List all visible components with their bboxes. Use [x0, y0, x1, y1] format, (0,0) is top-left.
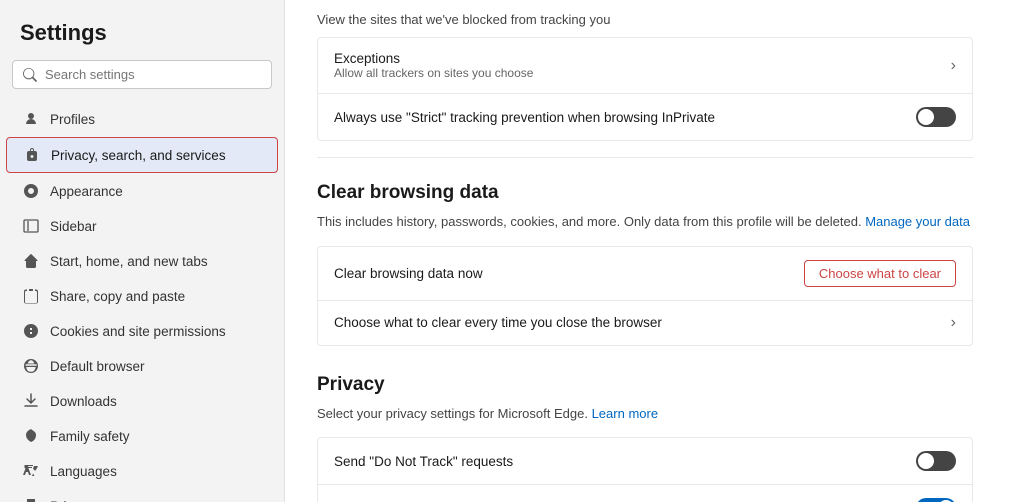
main-content: View the sites that we've blocked from t…: [285, 0, 1024, 502]
clear-now-label: Clear browsing data now: [334, 266, 483, 281]
search-icon: [23, 68, 37, 82]
start-home-icon: [22, 252, 40, 270]
learn-more-link[interactable]: Learn more: [592, 406, 658, 421]
sidebar-item-profiles[interactable]: Profiles: [6, 102, 278, 136]
privacy-icon: [23, 146, 41, 164]
sidebar-item-downloads[interactable]: Downloads: [6, 384, 278, 418]
sidebar-item-default-browser[interactable]: Default browser: [6, 349, 278, 383]
appearance-icon: [22, 182, 40, 200]
clear-browsing-section: Clear browsing data This includes histor…: [317, 182, 973, 346]
clear-every-time-label: Choose what to clear every time you clos…: [334, 315, 662, 330]
choose-what-to-clear-button[interactable]: Choose what to clear: [804, 260, 956, 287]
strict-toggle-knob: [918, 109, 934, 125]
cookies-icon: [22, 322, 40, 340]
sidebar-item-label: Default browser: [50, 359, 145, 374]
tracking-desc: View the sites that we've blocked from t…: [317, 12, 973, 37]
sidebar-item-privacy[interactable]: Privacy, search, and services: [6, 137, 278, 173]
clear-now-row[interactable]: Clear browsing data now Choose what to c…: [317, 246, 973, 300]
sidebar-item-label: Share, copy and paste: [50, 289, 185, 304]
share-copy-icon: [22, 287, 40, 305]
sidebar-item-label: Profiles: [50, 112, 95, 127]
payment-toggle[interactable]: [916, 498, 956, 502]
sidebar-item-label: Privacy, search, and services: [51, 148, 226, 163]
sidebar-item-sidebar[interactable]: Sidebar: [6, 209, 278, 243]
sidebar: Settings Profiles Privacy, search, and se…: [0, 0, 285, 502]
privacy-desc: Select your privacy settings for Microso…: [317, 404, 973, 424]
privacy-title: Privacy: [317, 374, 973, 396]
tracking-section: View the sites that we've blocked from t…: [317, 0, 973, 158]
sidebar-item-label: Family safety: [50, 429, 130, 444]
sidebar-item-start-home[interactable]: Start, home, and new tabs: [6, 244, 278, 278]
sidebar-item-printers[interactable]: Printers: [6, 489, 278, 502]
sidebar-item-languages[interactable]: Languages: [6, 454, 278, 488]
clear-section-title: Clear browsing data: [317, 182, 973, 204]
sidebar-item-appearance[interactable]: Appearance: [6, 174, 278, 208]
clear-every-time-chevron: ›: [951, 314, 956, 332]
sidebar-item-label: Start, home, and new tabs: [50, 254, 208, 269]
family-safety-icon: [22, 427, 40, 445]
default-browser-icon: [22, 357, 40, 375]
sidebar-item-family-safety[interactable]: Family safety: [6, 419, 278, 453]
dnt-row[interactable]: Send "Do Not Track" requests: [317, 437, 973, 484]
exceptions-row[interactable]: Exceptions Allow all trackers on sites y…: [317, 37, 973, 93]
nav-list: Profiles Privacy, search, and services App…: [0, 101, 284, 502]
dnt-label: Send "Do Not Track" requests: [334, 454, 513, 469]
exceptions-desc: Allow all trackers on sites you choose: [334, 66, 533, 80]
sidebar-item-label: Printers: [50, 499, 97, 502]
languages-icon: [22, 462, 40, 480]
settings-title: Settings: [0, 12, 284, 60]
sidebar-item-label: Cookies and site permissions: [50, 324, 226, 339]
strict-label: Always use "Strict" tracking prevention …: [334, 110, 715, 125]
clear-every-time-row[interactable]: Choose what to clear every time you clos…: [317, 300, 973, 346]
sidebar-icon: [22, 217, 40, 235]
dnt-toggle[interactable]: [916, 451, 956, 471]
payment-row[interactable]: Allow sites to check if you have payment…: [317, 484, 973, 502]
clear-section-desc: This includes history, passwords, cookie…: [317, 212, 973, 232]
sidebar-item-cookies[interactable]: Cookies and site permissions: [6, 314, 278, 348]
sidebar-item-share-copy[interactable]: Share, copy and paste: [6, 279, 278, 313]
strict-toggle[interactable]: [916, 107, 956, 127]
manage-data-link[interactable]: Manage your data: [865, 214, 970, 229]
downloads-icon: [22, 392, 40, 410]
strict-inprivate-row[interactable]: Always use "Strict" tracking prevention …: [317, 93, 973, 141]
exceptions-chevron: ›: [951, 57, 956, 75]
privacy-section: Privacy Select your privacy settings for…: [317, 374, 973, 502]
sidebar-item-label: Languages: [50, 464, 117, 479]
sidebar-item-label: Appearance: [50, 184, 123, 199]
sidebar-item-label: Downloads: [50, 394, 117, 409]
search-input[interactable]: [45, 67, 261, 82]
search-box[interactable]: [12, 60, 272, 89]
exceptions-label: Exceptions: [334, 51, 533, 66]
dnt-toggle-knob: [918, 453, 934, 469]
sidebar-item-label: Sidebar: [50, 219, 97, 234]
profiles-icon: [22, 110, 40, 128]
printers-icon: [22, 497, 40, 502]
